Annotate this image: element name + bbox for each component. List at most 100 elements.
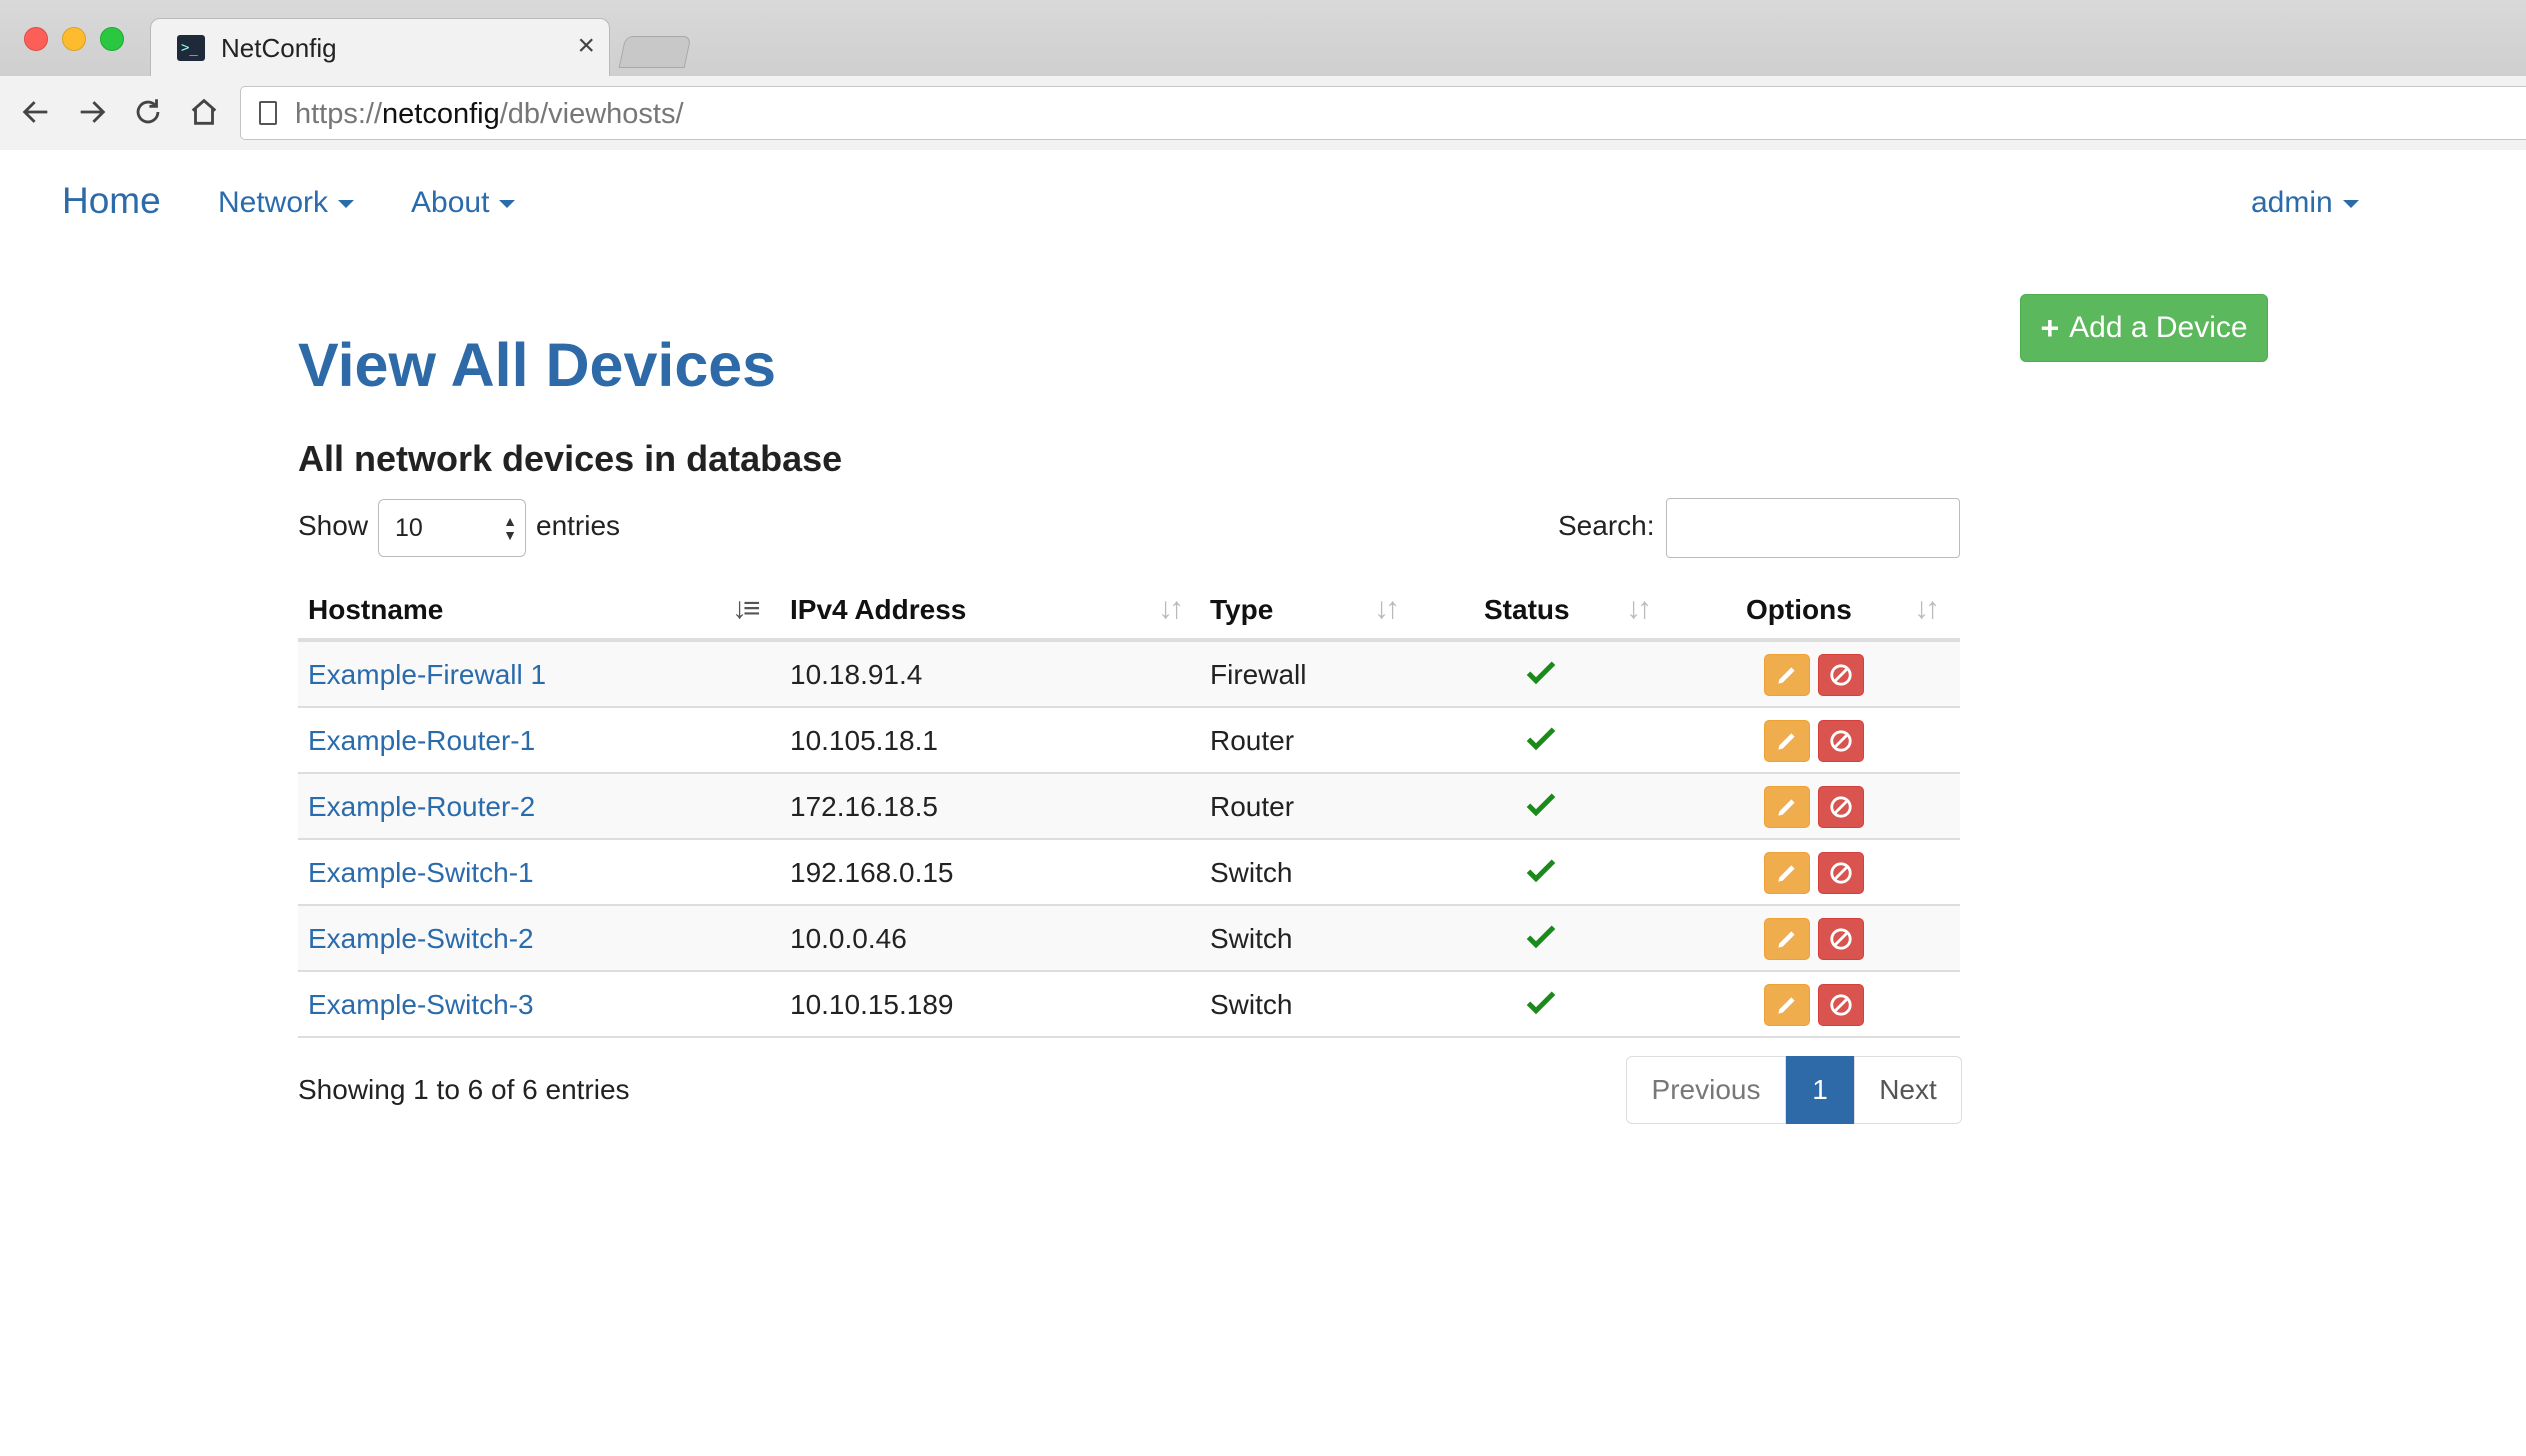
minimize-window-button[interactable] xyxy=(62,27,86,51)
status-ok-check-icon xyxy=(1526,661,1556,685)
ban-icon xyxy=(1830,928,1852,950)
hostname-link[interactable]: Example-Switch-2 xyxy=(308,923,534,955)
browser-chrome: >_ NetConfig × https://netconfig/db/view… xyxy=(0,0,2526,150)
page-subtitle: All network devices in database xyxy=(298,438,843,479)
sort-icon[interactable]: ↓↑ xyxy=(1374,592,1400,626)
table-row: Example-Switch-3 10.10.15.189 Switch xyxy=(298,972,1960,1038)
next-page-button[interactable]: Next xyxy=(1854,1056,1962,1124)
tab-close-icon[interactable]: × xyxy=(577,29,595,63)
table-row: Example-Router-1 10.105.18.1 Router xyxy=(298,708,1960,774)
select-arrows-icon: ▲ ▼ xyxy=(503,513,517,543)
plus-icon: + xyxy=(2040,309,2060,346)
sort-icon[interactable]: ↓↑ xyxy=(1914,592,1940,626)
column-header-type[interactable]: Type xyxy=(1210,594,1273,626)
sort-ascending-icon[interactable]: ↓≡ xyxy=(732,592,760,626)
status-ok-check-icon xyxy=(1526,925,1556,949)
entries-per-page-select[interactable]: 10 ▲ ▼ xyxy=(378,499,526,557)
ipv4-cell: 10.18.91.4 xyxy=(790,659,923,690)
tab-strip: >_ NetConfig × xyxy=(0,0,2526,76)
previous-page-button[interactable]: Previous xyxy=(1626,1056,1786,1124)
user-menu-dropdown[interactable]: admin xyxy=(2251,186,2359,220)
edit-button[interactable] xyxy=(1764,984,1810,1026)
type-cell: Router xyxy=(1210,725,1295,756)
delete-button[interactable] xyxy=(1818,720,1864,762)
hostname-link[interactable]: Example-Router-2 xyxy=(308,791,535,823)
delete-button[interactable] xyxy=(1818,654,1864,696)
edit-button[interactable] xyxy=(1764,786,1810,828)
nav-network-label: Network xyxy=(218,186,329,219)
browser-tab[interactable]: >_ NetConfig × xyxy=(150,18,610,76)
add-device-label: Add a Device xyxy=(2069,311,2248,344)
type-cell: Firewall xyxy=(1210,659,1307,690)
new-tab-button[interactable] xyxy=(618,36,692,68)
table-header: Hostname ↓≡ IPv4 Address ↓↑ Type ↓↑ Stat… xyxy=(298,580,1960,642)
delete-button[interactable] xyxy=(1818,918,1864,960)
nav-about-dropdown[interactable]: About xyxy=(411,186,516,220)
search-input[interactable] xyxy=(1666,498,1960,558)
table-info: Showing 1 to 6 of 6 entries xyxy=(298,1074,630,1105)
ipv4-cell: 10.0.0.46 xyxy=(790,923,907,954)
delete-button[interactable] xyxy=(1818,984,1864,1026)
devices-table: Hostname ↓≡ IPv4 Address ↓↑ Type ↓↑ Stat… xyxy=(298,580,1960,1038)
type-cell: Router xyxy=(1210,791,1295,822)
home-icon[interactable] xyxy=(182,90,226,134)
entries-label: entries xyxy=(536,510,621,541)
pencil-icon xyxy=(1778,865,1795,882)
site-navbar xyxy=(0,150,2526,254)
table-row: Example-Switch-1 192.168.0.15 Switch xyxy=(298,840,1960,906)
pagination: Previous 1 Next xyxy=(1626,1056,1962,1124)
url-text: https://netconfig/db/viewhosts/ xyxy=(295,98,684,131)
caret-down-icon xyxy=(499,200,516,209)
pencil-icon xyxy=(1778,799,1795,816)
pencil-icon xyxy=(1778,667,1795,684)
caret-down-icon xyxy=(338,200,355,209)
page-1-button[interactable]: 1 xyxy=(1786,1056,1854,1124)
tab-title: NetConfig xyxy=(221,33,337,63)
add-device-button[interactable]: + Add a Device xyxy=(2020,294,2268,362)
column-header-status[interactable]: Status xyxy=(1484,594,1570,626)
hostname-link[interactable]: Example-Switch-1 xyxy=(308,857,534,889)
show-label: Show xyxy=(298,510,369,541)
search-label: Search: xyxy=(1558,510,1655,541)
close-window-button[interactable] xyxy=(24,27,48,51)
column-header-ipv4[interactable]: IPv4 Address xyxy=(790,594,966,626)
back-arrow-icon[interactable] xyxy=(14,90,58,134)
sort-icon[interactable]: ↓↑ xyxy=(1626,592,1652,626)
ban-icon xyxy=(1830,796,1852,818)
sort-icon[interactable]: ↓↑ xyxy=(1158,592,1184,626)
table-row: Example-Router-2 172.16.18.5 Router xyxy=(298,774,1960,840)
nav-network-dropdown[interactable]: Network xyxy=(218,186,355,220)
hostname-link[interactable]: Example-Switch-3 xyxy=(308,989,534,1021)
type-cell: Switch xyxy=(1210,989,1293,1020)
column-header-hostname[interactable]: Hostname xyxy=(308,594,443,626)
hostname-link[interactable]: Example-Firewall 1 xyxy=(308,659,546,691)
ipv4-cell: 192.168.0.15 xyxy=(790,857,954,888)
forward-arrow-icon[interactable] xyxy=(70,90,114,134)
caret-down-icon xyxy=(2342,200,2359,209)
status-ok-check-icon xyxy=(1526,859,1556,883)
edit-button[interactable] xyxy=(1764,918,1810,960)
edit-button[interactable] xyxy=(1764,852,1810,894)
address-bar[interactable]: https://netconfig/db/viewhosts/ xyxy=(240,86,2526,140)
zoom-window-button[interactable] xyxy=(100,27,124,51)
ipv4-cell: 10.105.18.1 xyxy=(790,725,938,756)
pencil-icon xyxy=(1778,733,1795,750)
entries-select-value: 10 xyxy=(395,514,423,542)
column-header-options[interactable]: Options xyxy=(1746,594,1852,626)
delete-button[interactable] xyxy=(1818,852,1864,894)
delete-button[interactable] xyxy=(1818,786,1864,828)
url-host: netconfig xyxy=(382,98,500,130)
edit-button[interactable] xyxy=(1764,654,1810,696)
ban-icon xyxy=(1830,994,1852,1016)
hostname-link[interactable]: Example-Router-1 xyxy=(308,725,535,757)
url-scheme: https:// xyxy=(295,98,383,130)
nav-home-link[interactable]: Home xyxy=(62,180,161,222)
url-path: /db/viewhosts/ xyxy=(499,98,684,130)
reload-icon[interactable] xyxy=(126,90,170,134)
type-cell: Switch xyxy=(1210,857,1293,888)
pencil-icon xyxy=(1778,931,1795,948)
table-row: Example-Switch-2 10.0.0.46 Switch xyxy=(298,906,1960,972)
status-ok-check-icon xyxy=(1526,991,1556,1015)
ban-icon xyxy=(1830,664,1852,686)
edit-button[interactable] xyxy=(1764,720,1810,762)
